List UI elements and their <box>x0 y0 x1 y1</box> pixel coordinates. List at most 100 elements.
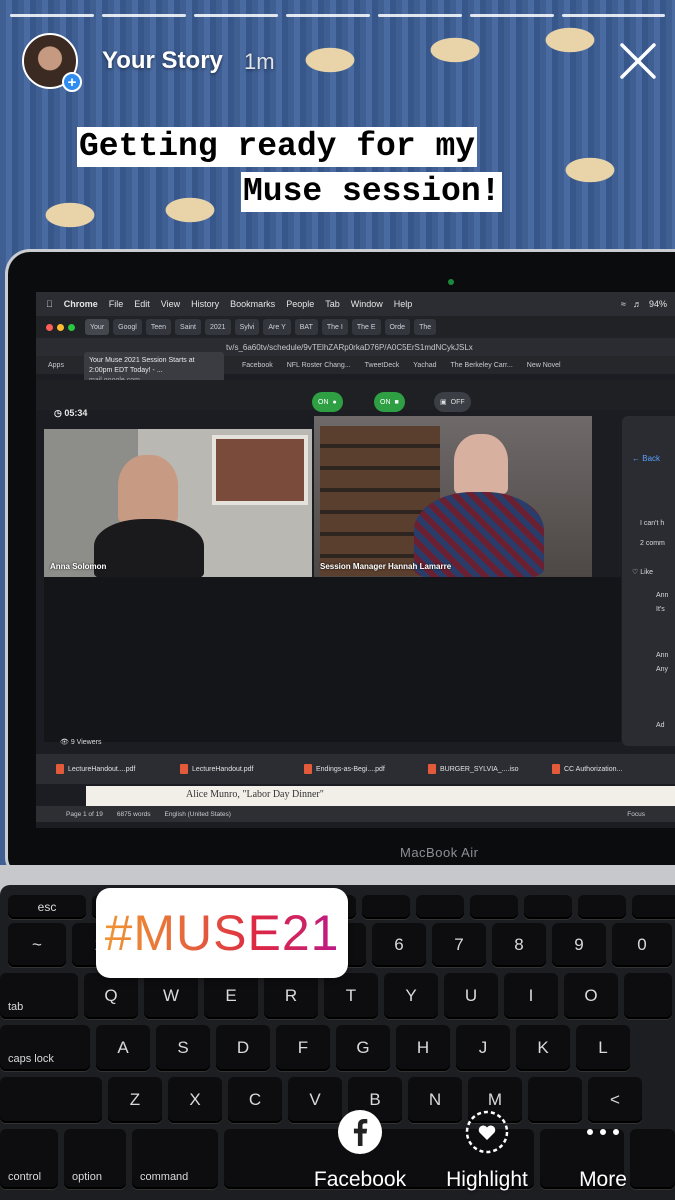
key-y[interactable]: Y <box>384 973 438 1019</box>
browser-tab[interactable]: Your <box>85 319 110 335</box>
key-shift[interactable] <box>0 1077 102 1123</box>
menu-view[interactable]: View <box>161 299 180 309</box>
highlight-button[interactable]: Highlight <box>432 1108 542 1192</box>
key-f8[interactable] <box>470 895 518 919</box>
mic-toggle[interactable]: ON ● <box>312 392 343 412</box>
key-s[interactable]: S <box>156 1025 210 1071</box>
key-g[interactable]: G <box>336 1025 390 1071</box>
download-item[interactable]: LectureHandout.pdf <box>180 764 298 774</box>
key-f10[interactable] <box>578 895 626 919</box>
key-c[interactable]: C <box>228 1077 282 1123</box>
menu-window[interactable]: Window <box>351 299 383 309</box>
add-story-icon[interactable]: + <box>62 72 82 92</box>
key-7[interactable]: 7 <box>432 923 486 967</box>
bookmark-apps[interactable]: Apps <box>48 362 64 369</box>
key-p[interactable] <box>624 973 672 1019</box>
key-tab[interactable]: tab <box>0 973 78 1019</box>
video-tile-hannah[interactable]: Session Manager Hannah Lamarre <box>314 416 592 577</box>
browser-tab[interactable]: Sylvi <box>234 319 260 335</box>
volume-icon[interactable]: ♬ <box>633 299 642 309</box>
camera-toggle[interactable]: ON ■ <box>374 392 405 412</box>
battery-percent[interactable]: 94% <box>649 299 667 309</box>
facebook-share-button[interactable]: Facebook <box>305 1108 415 1192</box>
close-window-button[interactable] <box>46 323 53 331</box>
key-tilde[interactable]: ~ <box>8 923 66 967</box>
menu-edit[interactable]: Edit <box>134 299 150 309</box>
key-a[interactable]: A <box>96 1025 150 1071</box>
key-command[interactable]: command <box>132 1129 218 1189</box>
maximize-window-button[interactable] <box>68 323 75 331</box>
browser-tab[interactable]: Googl <box>113 319 142 335</box>
browser-tab[interactable]: Are Y <box>263 319 291 335</box>
key-control[interactable]: control <box>0 1129 58 1189</box>
browser-tab[interactable]: The <box>414 319 437 335</box>
key-f11[interactable] <box>632 895 675 919</box>
browser-tab[interactable]: 2021 <box>205 319 231 335</box>
key-f6[interactable] <box>362 895 410 919</box>
key-k[interactable]: K <box>516 1025 570 1071</box>
key-r[interactable]: R <box>264 973 318 1019</box>
menubar-app-name[interactable]: Chrome <box>64 299 98 309</box>
key-d[interactable]: D <box>216 1025 270 1071</box>
story-owner-name[interactable]: Your Story <box>102 47 223 75</box>
key-esc[interactable]: esc <box>8 895 86 919</box>
menu-history[interactable]: History <box>191 299 219 309</box>
key-h[interactable]: H <box>396 1025 450 1071</box>
participant-name: Anna Solomon <box>50 562 107 571</box>
key-o[interactable]: O <box>564 973 618 1019</box>
browser-tab[interactable]: BAT <box>294 319 318 335</box>
close-icon[interactable] <box>618 41 658 81</box>
key-9[interactable]: 9 <box>552 923 606 967</box>
hashtag-sticker[interactable]: #MUSE21 <box>96 888 348 978</box>
key-f9[interactable] <box>524 895 572 919</box>
focus-button[interactable]: Focus <box>627 811 675 818</box>
chat-back-link[interactable]: ← Back <box>632 454 660 463</box>
key-option[interactable]: option <box>64 1129 126 1189</box>
menu-bookmarks[interactable]: Bookmarks <box>230 299 275 309</box>
browser-tab[interactable]: Orde <box>384 319 411 335</box>
screen-share-toggle[interactable]: ▣ OFF <box>434 392 471 412</box>
menu-help[interactable]: Help <box>394 299 413 309</box>
key-x[interactable]: X <box>168 1077 222 1123</box>
minimize-window-button[interactable] <box>57 323 64 331</box>
menu-people[interactable]: People <box>286 299 314 309</box>
chat-add-comment[interactable]: Ad <box>656 722 665 729</box>
key-f[interactable]: F <box>276 1025 330 1071</box>
wifi-icon[interactable]: ≈ <box>621 299 626 309</box>
key-0[interactable]: 0 <box>612 923 672 967</box>
chat-comment-count[interactable]: 2 comm <box>640 540 665 547</box>
video-tile-anna[interactable]: Anna Solomon <box>44 429 312 577</box>
bookmark-facebook[interactable]: Facebook <box>242 362 273 369</box>
bookmark-nfl[interactable]: NFL Roster Chang... <box>287 362 351 369</box>
bookmark-berkeley[interactable]: The Berkeley Carr... <box>451 362 513 369</box>
browser-tab[interactable]: Teen <box>145 319 172 335</box>
bookmark-yachad[interactable]: Yachad <box>413 362 436 369</box>
menu-file[interactable]: File <box>109 299 124 309</box>
browser-tab[interactable]: The I <box>321 319 348 335</box>
bookmark-tweetdeck[interactable]: TweetDeck <box>365 362 400 369</box>
more-button[interactable]: More <box>548 1108 658 1192</box>
key-w[interactable]: W <box>144 973 198 1019</box>
key-l[interactable]: L <box>576 1025 630 1071</box>
browser-tab[interactable]: The E <box>351 319 381 335</box>
key-6[interactable]: 6 <box>372 923 426 967</box>
key-z[interactable]: Z <box>108 1077 162 1123</box>
key-j[interactable]: J <box>456 1025 510 1071</box>
download-item[interactable]: Endings-as-Begi....pdf <box>304 764 422 774</box>
key-q[interactable]: Q <box>84 973 138 1019</box>
download-item[interactable]: CC Authorization... <box>552 764 670 774</box>
key-u[interactable]: U <box>444 973 498 1019</box>
download-item[interactable]: BURGER_SYLVIA_....iso <box>428 764 546 774</box>
key-caps-lock[interactable]: caps lock <box>0 1025 90 1071</box>
key-t[interactable]: T <box>324 973 378 1019</box>
menu-tab[interactable]: Tab <box>325 299 340 309</box>
apple-icon[interactable]:  <box>46 299 53 309</box>
download-item[interactable]: LectureHandout....pdf <box>56 764 174 774</box>
bookmark-new-novel[interactable]: New Novel <box>527 362 561 369</box>
key-f7[interactable] <box>416 895 464 919</box>
chat-like-button[interactable]: ♡ Like <box>632 568 653 576</box>
key-e[interactable]: E <box>204 973 258 1019</box>
key-8[interactable]: 8 <box>492 923 546 967</box>
key-i[interactable]: I <box>504 973 558 1019</box>
browser-tab[interactable]: Saint <box>175 319 201 335</box>
